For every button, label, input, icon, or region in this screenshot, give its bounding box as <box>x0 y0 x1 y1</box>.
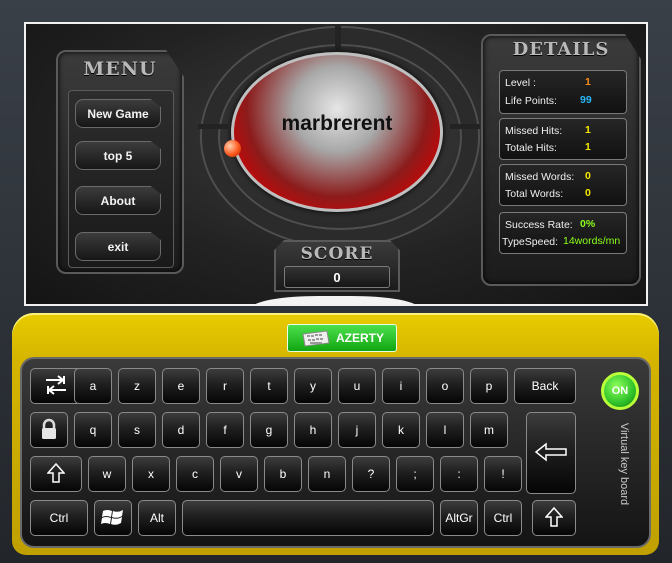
word-target: marbrerent <box>231 52 443 212</box>
key-l[interactable]: l <box>426 412 464 448</box>
key-e[interactable]: e <box>162 368 200 404</box>
key-p[interactable]: p <box>470 368 508 404</box>
key-semicolon[interactable]: ; <box>396 456 434 492</box>
menu-list: New Game top 5 About exit <box>68 90 174 268</box>
key-a[interactable]: a <box>74 368 112 404</box>
key-exclamation[interactable]: ! <box>484 456 522 492</box>
space-key[interactable] <box>182 500 434 536</box>
enter-arrow-icon <box>534 441 568 465</box>
virtual-keyboard: AZERTY a z e r t y u i o p Back q s d f … <box>12 313 659 555</box>
key-h[interactable]: h <box>294 412 332 448</box>
key-i[interactable]: i <box>382 368 420 404</box>
shift-right-key[interactable] <box>532 500 576 536</box>
missed-hits-label: Missed Hits: <box>505 125 563 137</box>
key-n[interactable]: n <box>308 456 346 492</box>
key-s[interactable]: s <box>118 412 156 448</box>
key-b[interactable]: b <box>264 456 302 492</box>
total-hits-label: Totale Hits: <box>505 142 557 154</box>
ring-gap-right <box>450 124 480 129</box>
shift-left-key[interactable] <box>30 456 82 492</box>
lock-icon <box>40 418 58 443</box>
key-r[interactable]: r <box>206 368 244 404</box>
key-x[interactable]: x <box>132 456 170 492</box>
keyboard-icon <box>300 329 330 347</box>
key-v[interactable]: v <box>220 456 258 492</box>
current-word: marbrerent <box>281 112 393 135</box>
altgr-key[interactable]: AltGr <box>440 500 478 536</box>
layout-label: AZERTY <box>336 331 384 345</box>
life-points-label: Life Points: <box>505 95 557 107</box>
ring-gap-top <box>335 26 341 50</box>
total-words-label: Total Words: <box>505 188 564 200</box>
level-value: 1 <box>585 76 591 88</box>
life-points-value: 99 <box>580 94 592 106</box>
words-box: Missed Words: 0 Total Words: 0 <box>499 164 627 206</box>
total-hits-value: 1 <box>585 141 591 153</box>
key-o[interactable]: o <box>426 368 464 404</box>
caps-lock-key[interactable] <box>30 412 68 448</box>
key-m[interactable]: m <box>470 412 508 448</box>
key-w[interactable]: w <box>88 456 126 492</box>
layout-toggle-button[interactable]: AZERTY <box>287 324 397 352</box>
type-speed-label: TypeSpeed: <box>502 236 559 248</box>
key-j[interactable]: j <box>338 412 376 448</box>
level-label: Level : <box>505 77 536 89</box>
key-g[interactable]: g <box>250 412 288 448</box>
score-value: 0 <box>284 266 390 288</box>
hits-box: Missed Hits: 1 Totale Hits: 1 <box>499 118 627 160</box>
stats-box: Success Rate: 0% TypeSpeed: 14words/mn <box>499 212 627 254</box>
key-u[interactable]: u <box>338 368 376 404</box>
alt-key[interactable]: Alt <box>138 500 176 536</box>
key-f[interactable]: f <box>206 412 244 448</box>
new-game-button[interactable]: New Game <box>75 99 161 128</box>
success-rate-label: Success Rate: <box>505 219 573 231</box>
shift-arrow-icon <box>46 462 66 487</box>
key-t[interactable]: t <box>250 368 288 404</box>
key-question[interactable]: ? <box>352 456 390 492</box>
success-rate-value: 0% <box>580 218 596 230</box>
key-colon[interactable]: : <box>440 456 478 492</box>
launcher-base <box>252 296 418 304</box>
top-5-button[interactable]: top 5 <box>75 141 161 170</box>
score-panel: SCORE 0 <box>274 240 400 292</box>
menu-title: MENU <box>83 58 157 80</box>
ctrl-left-key[interactable]: Ctrl <box>30 500 88 536</box>
about-button[interactable]: About <box>75 186 161 215</box>
game-area: MENU New Game top 5 About exit marbreren… <box>24 22 648 306</box>
details-panel: DETAILS Level : 1 Life Points: 99 Missed… <box>481 34 641 286</box>
windows-logo-icon <box>101 507 125 530</box>
missed-words-label: Missed Words: <box>505 171 575 183</box>
virtual-keyboard-label: Virtual key board <box>618 422 630 506</box>
key-z[interactable]: z <box>118 368 156 404</box>
total-words-value: 0 <box>585 187 591 199</box>
backspace-key[interactable]: Back <box>514 368 576 404</box>
menu-panel: MENU New Game top 5 About exit <box>56 50 184 274</box>
enter-key[interactable] <box>526 412 576 494</box>
key-q[interactable]: q <box>74 412 112 448</box>
key-y[interactable]: y <box>294 368 332 404</box>
missed-words-value: 0 <box>585 170 591 182</box>
exit-button[interactable]: exit <box>75 232 161 261</box>
shift-arrow-icon <box>544 506 564 531</box>
key-d[interactable]: d <box>162 412 200 448</box>
details-title: DETAILS <box>512 39 610 60</box>
ring-gap-left <box>198 124 228 129</box>
type-speed-value: 14words/mn <box>563 235 621 247</box>
tab-arrows-icon <box>43 374 69 399</box>
ctrl-right-key[interactable]: Ctrl <box>484 500 522 536</box>
projectile-ball <box>224 140 241 157</box>
windows-key[interactable] <box>94 500 132 536</box>
level-box: Level : 1 Life Points: 99 <box>499 70 627 114</box>
key-c[interactable]: c <box>176 456 214 492</box>
score-title: SCORE <box>300 244 374 264</box>
missed-hits-value: 1 <box>585 124 591 136</box>
key-k[interactable]: k <box>382 412 420 448</box>
